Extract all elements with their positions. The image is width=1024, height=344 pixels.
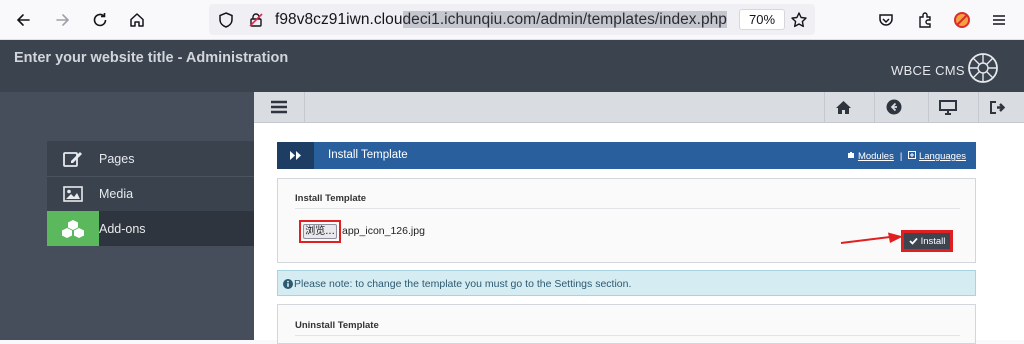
install-label: Install [920, 235, 946, 247]
reload-icon[interactable] [88, 8, 112, 32]
divider [295, 335, 960, 336]
divider [295, 208, 960, 209]
install-highlight: Install [901, 230, 953, 252]
url-prefix: f98v8cz91iwn.clou [275, 11, 403, 28]
sidebar-item-label: Pages [99, 151, 135, 166]
home-icon[interactable] [824, 92, 862, 122]
back-circle-icon[interactable] [874, 92, 912, 122]
site-title: Enter your website title - Administratio… [14, 50, 289, 66]
sidebar-item-media[interactable]: Media [47, 176, 254, 211]
annotation-arrow-icon [840, 232, 903, 244]
panel-header: Install Template Modules | Languages [277, 142, 976, 169]
extensions-icon[interactable] [913, 8, 937, 32]
hamburger-menu-icon[interactable] [987, 8, 1011, 32]
install-template-box: Install Template 浏览... app_icon_126.jpg … [277, 178, 976, 263]
modules-link[interactable]: Modules [858, 151, 894, 162]
forward-arrow-icon[interactable] [51, 8, 75, 32]
browse-button[interactable]: 浏览... [303, 224, 337, 239]
shield-icon[interactable] [214, 8, 238, 32]
puzzle-icon [848, 152, 855, 158]
edit-icon [47, 141, 99, 176]
link-separator: | [899, 151, 903, 162]
uninstall-template-box: Uninstall Template [277, 304, 976, 344]
url-selected: deci1.ichunqiu.com/admin/templates/index… [402, 11, 727, 28]
content-toolbar [254, 92, 1024, 123]
sidebar-item-label: Media [99, 187, 134, 201]
admin-header: Enter your website title - Administratio… [0, 40, 1024, 92]
panel-title: Install Template [328, 149, 408, 161]
sidebar-item-pages[interactable]: Pages [47, 141, 254, 176]
browser-toolbar: f98v8cz91iwn.cloudeci1.ichunqiu.com/admi… [0, 0, 1024, 40]
language-icon [908, 151, 917, 159]
blocked-addon-icon[interactable] [950, 8, 974, 32]
pocket-icon[interactable] [874, 8, 898, 32]
browse-highlight: 浏览... [299, 220, 341, 243]
insecure-lock-icon[interactable] [244, 8, 268, 32]
bookmark-star-icon[interactable] [787, 8, 811, 32]
languages-link[interactable]: Languages [919, 151, 966, 162]
zoom-level[interactable]: 70% [739, 9, 785, 30]
sidebar-item-label: Add-ons [99, 221, 146, 236]
back-arrow-icon[interactable] [11, 8, 35, 32]
image-icon [47, 177, 99, 212]
install-button[interactable]: Install [904, 233, 950, 249]
check-icon [908, 237, 918, 245]
info-notice: Please note: to change the template you … [277, 270, 976, 296]
uninstall-section-title: Uninstall Template [295, 320, 379, 331]
home-icon[interactable] [125, 8, 149, 32]
monitor-icon[interactable] [928, 92, 966, 122]
double-chevron-icon [277, 142, 314, 169]
cubes-icon [47, 211, 99, 246]
selected-file-name: app_icon_126.jpg [342, 225, 425, 237]
info-icon [283, 279, 293, 289]
url-text[interactable]: f98v8cz91iwn.cloudeci1.ichunqiu.com/admi… [275, 11, 727, 29]
logout-icon[interactable] [978, 92, 1016, 122]
sidebar-item-addons[interactable]: Add-ons [47, 211, 254, 246]
url-bar[interactable]: f98v8cz91iwn.cloudeci1.ichunqiu.com/admi… [209, 4, 815, 35]
panel-links: Modules | Languages [847, 151, 966, 162]
install-section-title: Install Template [295, 193, 367, 204]
wbce-logo-icon [968, 53, 998, 83]
notice-text: Please note: to change the template you … [294, 278, 632, 290]
menu-toggle-icon[interactable] [254, 92, 305, 122]
brand-name: WBCE CMS [891, 63, 965, 78]
